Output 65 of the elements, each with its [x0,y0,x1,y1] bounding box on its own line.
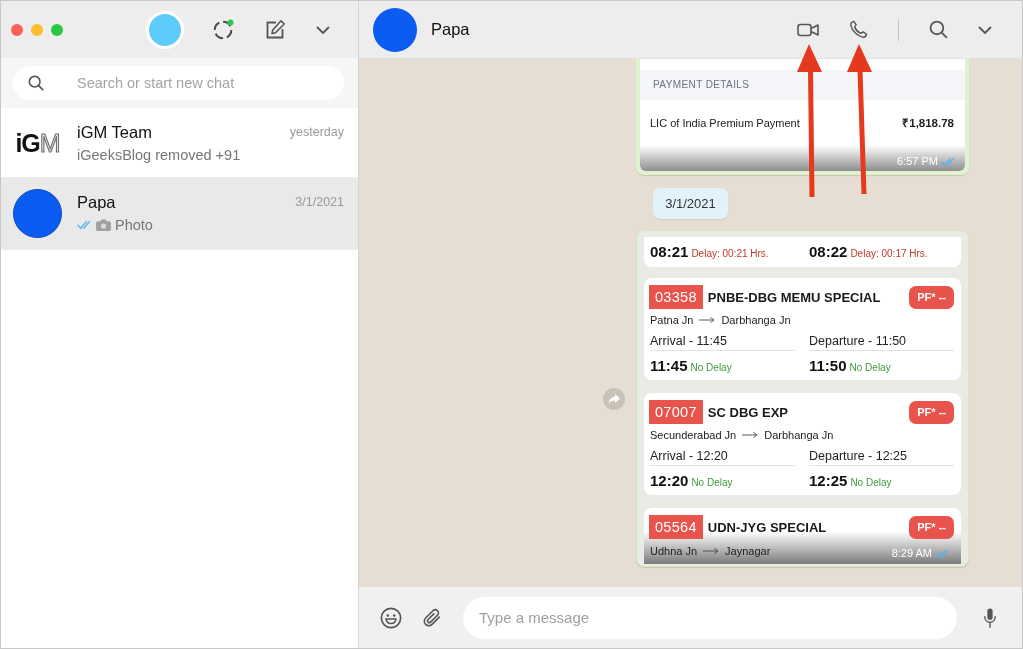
delay-status: No Delay [850,476,892,490]
compose-icon[interactable] [264,18,286,41]
delay-status: No Delay [690,361,732,375]
chevron-down-icon[interactable] [316,25,330,34]
paperclip-icon[interactable] [422,607,442,628]
delay-status: Delay: 00:21 Hrs. [691,247,769,261]
message-time: 8:29 AM [891,547,932,559]
date-separator: 3/1/2021 [653,188,728,219]
schedule-label: Departure - 12:25 [809,448,954,466]
platform-label: PF* -- [909,285,954,309]
actual-time: 12:25 [809,472,848,490]
actual-time: 12:20 [650,472,689,490]
arrow-right-icon [703,547,720,555]
contact-name: iGM Team [77,122,152,142]
station-name: Darbhanga Jn [721,314,791,326]
schedule-label: Arrival - 12:20 [650,448,795,466]
schedule-label: Departure - 11:50 [809,333,954,351]
station-name: Darbhanga Jn [764,429,834,441]
platform-label: PF* -- [909,515,954,539]
train-name: SC DBG EXP [707,404,788,420]
delay-status: No Delay [691,476,733,490]
message-preview: iGeeksBlog removed +91 [77,147,241,163]
search-icon [28,75,44,91]
train-number: 03358 [649,285,703,309]
contact-avatar[interactable] [373,7,417,52]
actual-time: 11:45 [650,357,688,375]
station-name: Patna Jn [650,314,694,326]
train-name: PNBE-DBG MEMU SPECIAL [707,289,881,305]
message-preview: Photo [115,217,153,233]
contact-name[interactable]: Papa [431,20,470,39]
search-field[interactable]: Search or start new chat [13,66,344,100]
microphone-icon[interactable] [983,606,997,629]
delay-status: Delay: 00:17 Hrs. [850,247,928,261]
emoji-icon[interactable] [380,606,402,629]
section-heading: PAYMENT DETAILS [640,70,965,100]
actual-time: 08:21 [650,243,689,261]
train-number: 05564 [649,515,703,539]
search-icon[interactable] [929,20,948,39]
chat-time: 3/1/2021 [295,195,344,209]
payment-amount: ₹1,818.78 [902,116,954,130]
train-number: 07007 [649,400,703,424]
avatar-placeholder [13,188,62,238]
platform-label: PF* -- [909,400,954,424]
station-name: Udhna Jn [650,545,698,557]
video-camera-icon[interactable] [797,22,819,37]
chat-list-item[interactable]: Papa 3/1/2021 Photo [1,178,358,250]
logo-avatar: iGM [15,130,60,156]
chevron-down-icon[interactable] [978,25,992,34]
status-icon[interactable] [212,18,234,41]
actual-time: 11:50 [809,357,847,375]
station-name: Jaynagar [725,545,771,557]
actual-time: 08:22 [809,243,848,261]
close-window-button[interactable] [11,23,23,36]
station-name: Secunderabad Jn [650,429,737,441]
contact-name: Papa [77,192,116,212]
message-input[interactable]: Type a message [463,596,957,639]
payment-description: LIC of India Premium Payment [650,116,800,129]
phone-icon[interactable] [849,20,868,39]
message-time: 6:57 PM [897,155,938,167]
schedule-label: Arrival - 11:45 [650,333,795,351]
arrow-right-icon [742,431,759,439]
chat-time: yesterday [289,125,344,139]
train-name: UDN-JYG SPECIAL [707,519,827,535]
arrow-right-icon [699,316,716,324]
delay-status: No Delay [849,361,891,375]
